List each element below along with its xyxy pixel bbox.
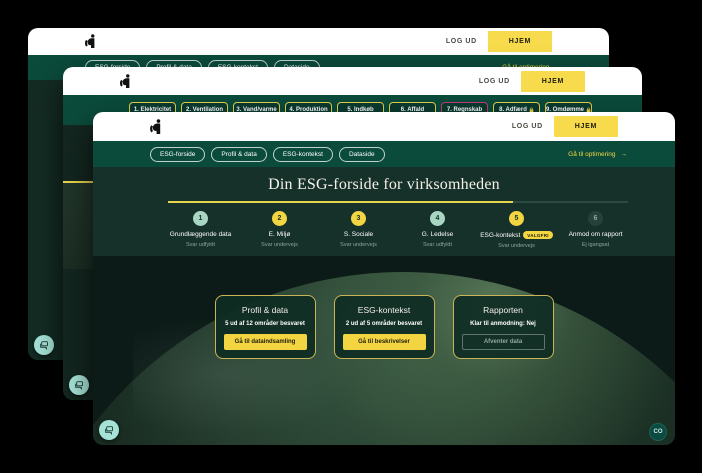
nav-pill-profil-data[interactable]: Profil & data — [211, 147, 266, 162]
step-circle[interactable]: 6 — [588, 211, 603, 226]
page-title: Din ESG-forside for virksomheden — [93, 167, 675, 194]
nav-pill-esg-forside[interactable]: ESG-forside — [150, 147, 205, 162]
chat-icon — [39, 340, 49, 350]
desktop-canvas: { "header": { "logout": "LOG UD", "home"… — [0, 0, 702, 473]
nav-pill-esg-kontekst[interactable]: ESG-kontekst — [273, 147, 333, 162]
go-to-data-collection-button[interactable]: Gå til dataindsamling — [224, 334, 307, 350]
card-status-text: Klar til anmodning: Nej — [462, 321, 545, 327]
company-logo-icon — [149, 119, 163, 135]
optional-badge: VALGFRI — [523, 231, 553, 239]
chat-widget-button[interactable] — [34, 335, 54, 355]
step-circle[interactable]: 3 — [351, 211, 366, 226]
window-front: LOG UD HJEM ESG-forside Profil & data ES… — [93, 112, 675, 445]
step-status: Svar udfyldt — [161, 242, 240, 248]
step-grundlaeggende-data: 1 Grundlæggende data Svar udfyldt — [161, 211, 240, 249]
step-ledelse: 4 G. Ledelse Svar udfyldt — [398, 211, 477, 249]
home-button[interactable]: HJEM — [488, 31, 552, 52]
company-logo-icon — [119, 74, 132, 89]
step-status: Svar undervejs — [319, 242, 398, 248]
step-status: Svar udfyldt — [398, 242, 477, 248]
home-button[interactable]: HJEM — [554, 116, 618, 137]
step-label: S. Sociale — [344, 231, 373, 238]
log-out-link[interactable]: LOG UD — [446, 38, 477, 45]
optimization-link-label: Gå til optimering — [568, 151, 615, 158]
progress-fill — [168, 201, 513, 203]
step-circle[interactable]: 1 — [193, 211, 208, 226]
arrow-right-icon: → — [621, 151, 628, 158]
card-progress-text: 5 ud af 12 områder besvaret — [224, 321, 307, 327]
card-title: Profil & data — [224, 305, 307, 315]
step-anmod-rapport: 6 Anmod om rapport Ej igangsat — [556, 211, 635, 249]
steps-row: 1 Grundlæggende data Svar udfyldt 2 E. M… — [161, 211, 635, 249]
step-miljo: 2 E. Miljø Svar undervejs — [240, 211, 319, 249]
home-button[interactable]: HJEM — [521, 71, 585, 92]
progress-track — [168, 201, 628, 203]
chat-icon — [74, 380, 84, 390]
step-label: G. Ledelse — [422, 231, 453, 238]
awaiting-data-button[interactable]: Afventer data — [462, 334, 545, 350]
step-circle[interactable]: 4 — [430, 211, 445, 226]
chat-widget-button[interactable] — [69, 375, 89, 395]
company-logo-icon — [84, 34, 97, 49]
chat-widget-button[interactable] — [99, 420, 119, 440]
step-circle[interactable]: 5 — [509, 211, 524, 226]
go-to-optimization-link[interactable]: Gå til optimering → — [568, 151, 627, 158]
app-header: LOG UD HJEM — [63, 67, 642, 95]
card-title: Rapporten — [462, 305, 545, 315]
card-esg-kontekst: ESG-kontekst 2 ud af 5 områder besvaret … — [334, 295, 435, 359]
log-out-link[interactable]: LOG UD — [512, 123, 543, 130]
card-progress-text: 2 ud af 5 områder besvaret — [343, 321, 426, 327]
cookie-consent-button[interactable]: CO — [649, 423, 667, 441]
step-sociale: 3 S. Sociale Svar undervejs — [319, 211, 398, 249]
card-profil-data: Profil & data 5 ud af 12 områder besvare… — [215, 295, 316, 359]
step-label: Grundlæggende data — [170, 231, 231, 238]
step-esg-kontekst: 5 ESG-kontekst VALGFRI Svar undervejs — [477, 211, 556, 249]
log-out-link[interactable]: LOG UD — [479, 78, 510, 85]
go-to-descriptions-button[interactable]: Gå til beskrivelser — [343, 334, 426, 350]
cards-row: Profil & data 5 ud af 12 områder besvare… — [93, 295, 675, 359]
step-label: ESG-kontekst — [480, 232, 520, 239]
chat-icon — [104, 425, 114, 435]
step-status: Svar undervejs — [240, 242, 319, 248]
step-status: Svar undervejs — [477, 243, 556, 249]
cards-section: Profil & data 5 ud af 12 områder besvare… — [93, 256, 675, 445]
nav-pill-dataside[interactable]: Dataside — [339, 147, 385, 162]
nav-bar: ESG-forside Profil & data ESG-kontekst D… — [93, 141, 675, 167]
step-label: E. Miljø — [269, 231, 291, 238]
step-label: Anmod om rapport — [569, 231, 623, 238]
card-rapporten: Rapporten Klar til anmodning: Nej Afvent… — [453, 295, 554, 359]
step-status: Ej igangsat — [556, 242, 635, 248]
step-circle[interactable]: 2 — [272, 211, 287, 226]
app-header: LOG UD HJEM — [93, 112, 675, 141]
card-title: ESG-kontekst — [343, 305, 426, 315]
stepper-section: Din ESG-forside for virksomheden 1 Grund… — [93, 167, 675, 256]
app-header: LOG UD HJEM — [28, 28, 609, 55]
